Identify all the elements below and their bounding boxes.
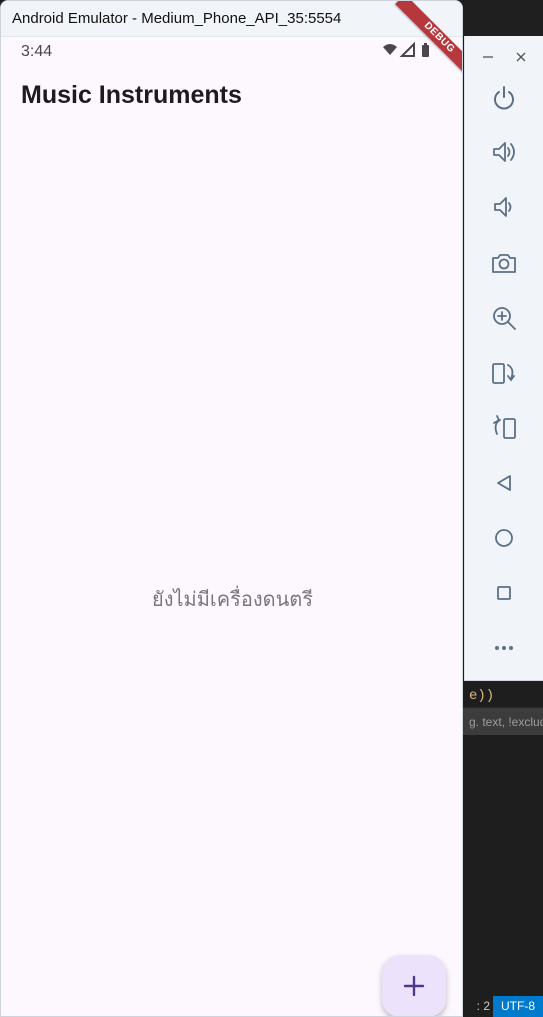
- minimize-button[interactable]: [479, 50, 497, 64]
- back-triangle-icon: [497, 475, 511, 491]
- home-circle-icon: [495, 529, 513, 547]
- minimize-icon: [483, 56, 493, 58]
- camera-icon: [492, 254, 516, 273]
- more-button[interactable]: [487, 631, 521, 665]
- emulator-window: Android Emulator - Medium_Phone_API_35:5…: [0, 0, 463, 1017]
- screenshot-button[interactable]: [487, 246, 521, 280]
- rotate-left-icon: [492, 363, 515, 384]
- power-icon: [494, 86, 514, 110]
- app-bar-title: Music Instruments: [21, 81, 242, 109]
- close-icon: [516, 52, 526, 62]
- phone-screen[interactable]: 3:44 DEBUG Music Instruments ยังไม่มีเคร…: [2, 1, 462, 1016]
- volume-up-icon: [493, 142, 515, 162]
- background-editor-top: [463, 0, 543, 36]
- volume-up-button[interactable]: [487, 135, 521, 169]
- power-button[interactable]: [487, 81, 521, 115]
- overview-button[interactable]: [487, 576, 521, 610]
- zoom-button[interactable]: [487, 301, 521, 335]
- home-button[interactable]: [487, 521, 521, 555]
- overview-square-icon: [497, 586, 511, 600]
- zoom-in-icon: [493, 307, 516, 330]
- debug-banner-label: DEBUG: [395, 1, 462, 81]
- add-icon: [403, 975, 425, 997]
- add-instrument-button[interactable]: [382, 955, 446, 1016]
- more-dots-icon: [495, 646, 513, 650]
- debug-banner: DEBUG: [384, 1, 462, 81]
- status-time: 3:44: [21, 43, 53, 60]
- window-title: Android Emulator - Medium_Phone_API_35:5…: [12, 10, 342, 27]
- encoding-indicator[interactable]: UTF-8: [493, 996, 543, 1017]
- volume-down-button[interactable]: [487, 190, 521, 224]
- empty-state-message: ยังไม่มีเครื่องดนตรี: [151, 589, 314, 611]
- editor-status-bar: : 2 UTF-8: [463, 996, 543, 1017]
- emulator-toolbar: [464, 36, 543, 681]
- rotate-right-icon: [493, 415, 516, 439]
- cursor-position[interactable]: : 2: [463, 996, 493, 1017]
- rotate-right-button[interactable]: [487, 411, 521, 445]
- background-code-line: e)): [463, 688, 543, 706]
- rotate-left-button[interactable]: [487, 356, 521, 390]
- background-search-input[interactable]: g. text, !exclud: [463, 707, 543, 735]
- close-button[interactable]: [512, 50, 530, 64]
- volume-down-icon: [494, 197, 512, 217]
- back-button[interactable]: [487, 466, 521, 500]
